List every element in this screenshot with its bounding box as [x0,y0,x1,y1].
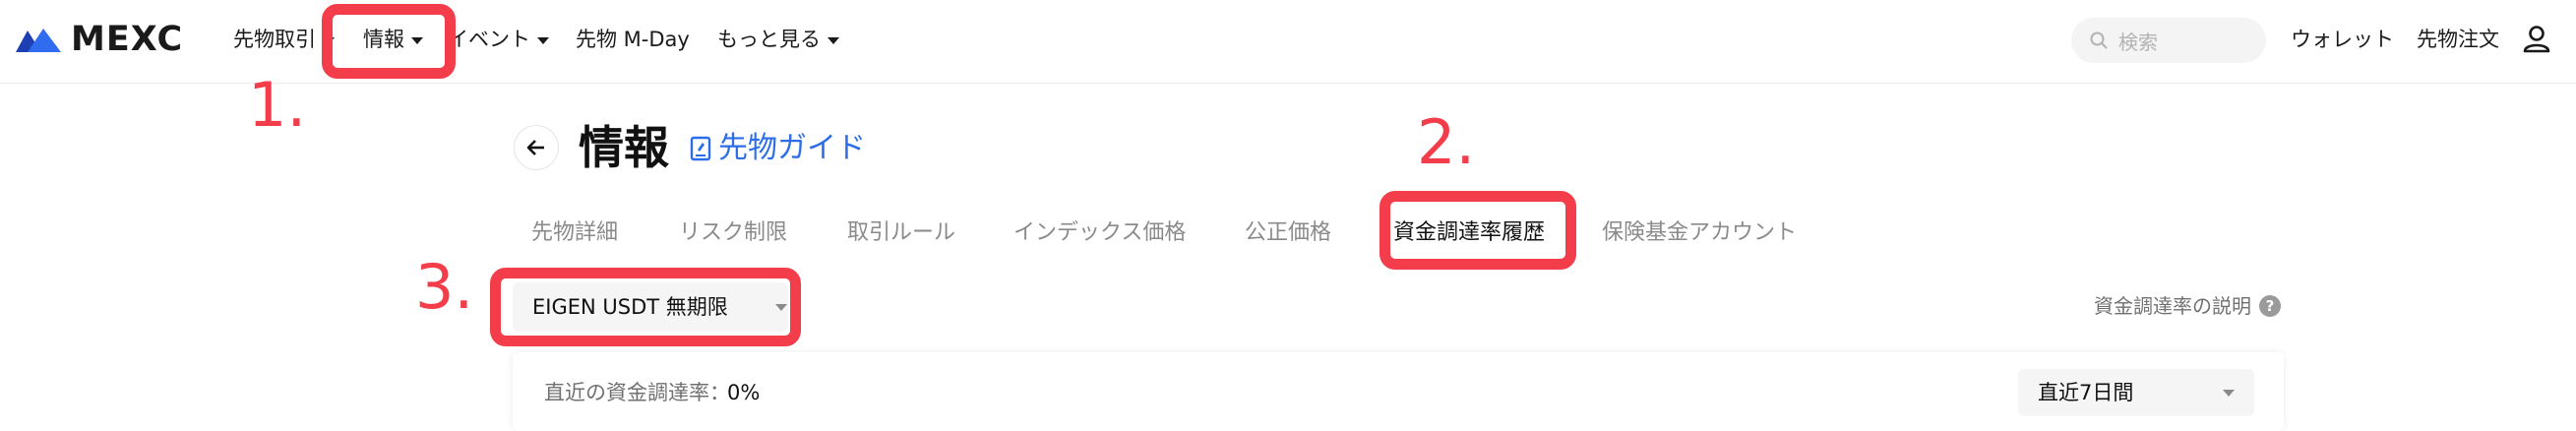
recent-funding-rate-value: 0% [727,381,761,404]
nav-futures-trading-label: 先物取引 [233,28,316,51]
mexc-logo[interactable]: MEXC [14,20,183,59]
tab-insurance-fund[interactable]: 保険基金アカウント [1602,218,1797,248]
search-placeholder: 検索 [2118,30,2158,54]
tab-fair-price[interactable]: 公正価格 [1245,218,1331,248]
nav-events[interactable]: イベント [448,24,549,55]
help-icon: ? [2259,295,2281,317]
nav-futures-orders[interactable]: 先物注文 [2417,24,2499,55]
tab-futures-details[interactable]: 先物詳細 [531,218,618,248]
annotation-step-3: 3. [415,251,474,323]
nav-futures-trading[interactable]: 先物取引 [233,24,335,55]
funding-rate-explanation-label: 資金調達率の説明 [2094,294,2251,318]
search-box[interactable]: 検索 [2071,18,2266,63]
back-button[interactable] [514,125,559,170]
brand-name: MEXC [71,20,184,59]
funding-rate-card: 直近の資金調達率： 0% 直近7日間 [513,352,2284,431]
nav-events-label: イベント [448,28,530,51]
annotation-step-2: 2. [1417,106,1476,178]
nav-futures-mday[interactable]: 先物 M-Day [576,24,690,55]
tab-index-price[interactable]: インデックス価格 [1013,218,1186,248]
nav-wallet[interactable]: ウォレット [2291,24,2394,55]
nav-futures-mday-label: 先物 M-Day [576,28,690,51]
arrow-left-icon [526,140,544,155]
tab-trading-rules[interactable]: 取引ルール [847,218,955,248]
funding-rate-explanation-link[interactable]: 資金調達率の説明 ? [2094,291,2281,321]
period-select[interactable]: 直近7日間 [2018,369,2254,416]
mexc-logo-icon [16,29,61,52]
nav-more[interactable]: もっと見る [717,24,839,55]
chevron-down-icon [2223,390,2235,397]
nav-more-label: もっと見る [717,28,821,51]
contract-select[interactable]: EIGEN USDT 無期限 [513,282,788,332]
period-select-value: 直近7日間 [2038,381,2134,404]
search-icon [2090,31,2108,49]
annotation-step-1: 1. [248,69,307,141]
tab-funding-rate-history[interactable]: 資金調達率履歴 [1393,218,1545,248]
recent-funding-rate-label: 直近の資金調達率： [544,381,730,404]
chevron-down-icon [775,304,787,311]
futures-guide-link[interactable]: 先物ガイド [689,130,866,167]
chevron-down-icon [537,36,549,44]
user-icon[interactable] [2519,22,2554,57]
tab-risk-limits[interactable]: リスク制限 [679,218,787,248]
page-title: 情報 [579,121,669,174]
annotation-box-info [322,4,456,79]
guide-book-icon [690,136,711,161]
futures-guide-label: 先物ガイド [718,131,866,165]
chevron-down-icon [828,36,839,44]
contract-select-value: EIGEN USDT 無期限 [532,295,728,319]
